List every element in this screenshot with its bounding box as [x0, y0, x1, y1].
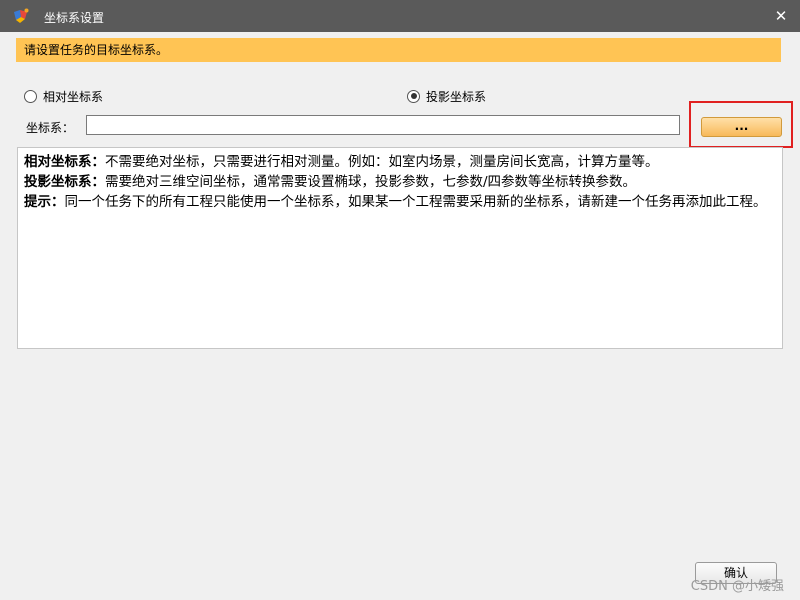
- info-body: 需要绝对三维空间坐标，通常需要设置椭球，投影参数，七参数/四参数等坐标转换参数。: [105, 174, 637, 190]
- close-icon: ✕: [774, 7, 788, 25]
- info-line-tip: 提示：同一个任务下的所有工程只能使用一个坐标系，如果某一个工程需要采用新的坐标系…: [24, 192, 776, 212]
- radio-relative-label: 相对坐标系: [43, 89, 104, 104]
- info-body: 同一个任务下的所有工程只能使用一个坐标系，如果某一个工程需要采用新的坐标系，请新…: [64, 194, 767, 210]
- notice-banner: 请设置任务的目标坐标系。: [16, 38, 781, 62]
- window-title: 坐标系设置: [44, 11, 105, 25]
- info-body: 不需要绝对坐标，只需要进行相对测量。例如：如室内场景，测量房间长宽高，计算方量等…: [105, 154, 659, 170]
- coordinate-system-input[interactable]: [86, 115, 680, 135]
- radio-projected[interactable]: 投影坐标系: [407, 88, 486, 104]
- app-logo-icon: [14, 8, 29, 23]
- info-line-relative: 相对坐标系：不需要绝对坐标，只需要进行相对测量。例如：如室内场景，测量房间长宽高…: [24, 152, 776, 172]
- radio-relative[interactable]: 相对坐标系: [24, 88, 103, 104]
- coordinate-system-label: 坐标系：: [26, 121, 75, 135]
- info-heading: 提示：: [24, 194, 65, 210]
- info-heading: 投影坐标系：: [24, 174, 105, 190]
- close-button[interactable]: ✕: [770, 5, 792, 27]
- dialog-body: 请设置任务的目标坐标系。 相对坐标系 投影坐标系 坐标系： ... 相对坐标系：…: [0, 32, 800, 600]
- radio-relative-circle[interactable]: [24, 89, 37, 103]
- radio-projected-circle[interactable]: [407, 89, 420, 103]
- info-heading: 相对坐标系：: [24, 154, 105, 170]
- notice-text: 请设置任务的目标坐标系。: [24, 43, 169, 57]
- watermark: CSDN @小矮强: [690, 579, 784, 594]
- browse-button-label: ...: [734, 119, 749, 133]
- title-bar: 坐标系设置 ✕: [0, 0, 800, 32]
- info-panel: 相对坐标系：不需要绝对坐标，只需要进行相对测量。例如：如室内场景，测量房间长宽高…: [17, 147, 783, 349]
- radio-projected-label: 投影坐标系: [426, 89, 487, 104]
- browse-button[interactable]: ...: [701, 117, 782, 137]
- info-line-projected: 投影坐标系：需要绝对三维空间坐标，通常需要设置椭球，投影参数，七参数/四参数等坐…: [24, 172, 776, 192]
